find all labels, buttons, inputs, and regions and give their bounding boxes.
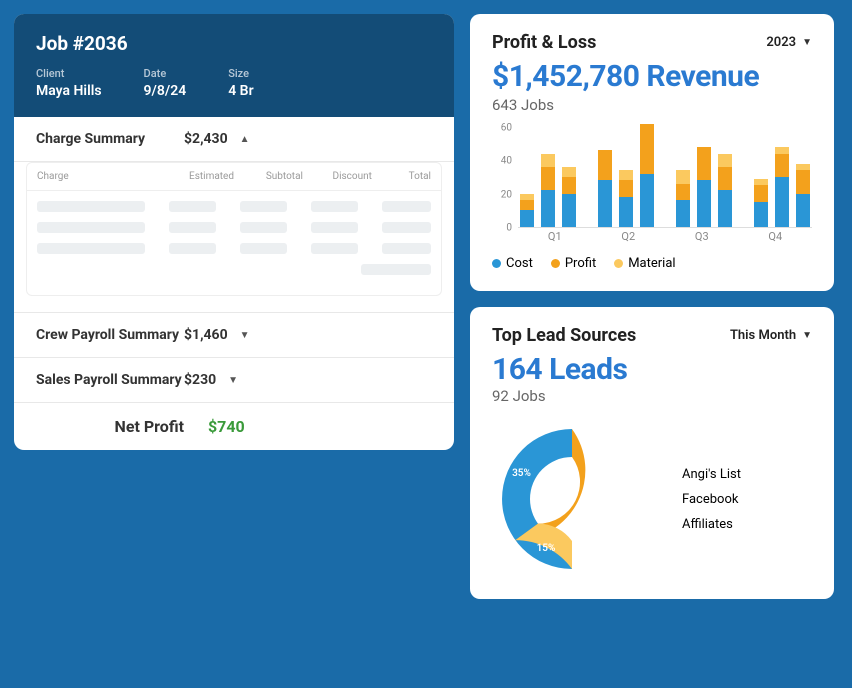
- date-label: Date: [144, 67, 187, 80]
- leads-title: Top Lead Sources: [492, 325, 636, 346]
- bar: [676, 170, 690, 227]
- bar: [754, 179, 768, 227]
- size-value: 4 Br: [228, 83, 253, 99]
- date-value: 9/8/24: [144, 83, 187, 99]
- net-profit-value: $740: [208, 417, 245, 436]
- pl-legend: Cost Profit Material: [492, 256, 812, 271]
- sales-payroll-value: $230: [184, 372, 216, 388]
- dot-material-icon: [614, 259, 623, 268]
- net-profit-row: Net Profit $740: [14, 403, 454, 450]
- bar: [562, 167, 576, 227]
- profit-loss-title: Profit & Loss: [492, 32, 596, 53]
- job-header: Job #2036 Client Maya Hills Date 9/8/24 …: [14, 14, 454, 117]
- legend-item: Angi's List: [682, 467, 741, 482]
- col-charge: Charge: [37, 171, 165, 182]
- col-discount: Discount: [303, 171, 372, 182]
- year-selector[interactable]: 2023 ▼: [766, 35, 812, 50]
- chevron-down-icon: ▼: [802, 330, 812, 341]
- legend-item: Affiliates: [682, 517, 741, 532]
- bar: [640, 124, 654, 227]
- pl-bar-chart: 6040200 Q1Q2Q3Q4: [492, 128, 812, 248]
- leads-legend: Angi's List Facebook Affiliates: [682, 467, 741, 532]
- revenue-headline: $1,452,780 Revenue: [492, 59, 812, 94]
- leads-jobs: 92 Jobs: [492, 387, 812, 405]
- quarter-label: Q3: [665, 230, 739, 248]
- bar: [718, 154, 732, 227]
- quarter-label: Q2: [592, 230, 666, 248]
- net-profit-label: Net Profit: [104, 417, 184, 436]
- chevron-down-icon: ▼: [240, 330, 250, 341]
- dot-cost-icon: [492, 259, 501, 268]
- ytick: 60: [501, 123, 512, 134]
- period-selector[interactable]: This Month ▼: [730, 328, 812, 343]
- ytick: 20: [501, 189, 512, 200]
- size-label: Size: [228, 67, 253, 80]
- crew-payroll-toggle[interactable]: Crew Payroll Summary $1,460 ▼: [14, 312, 454, 358]
- donut-pct-0: 50%: [618, 493, 637, 504]
- job-card: Job #2036 Client Maya Hills Date 9/8/24 …: [14, 14, 454, 450]
- quarter-label: Q1: [518, 230, 592, 248]
- job-title: Job #2036: [36, 32, 432, 55]
- dot-profit-icon: [551, 259, 560, 268]
- client-label: Client: [36, 67, 102, 80]
- jobs-count: 643 Jobs: [492, 96, 812, 114]
- leads-donut: 50% 35% 15%: [492, 419, 652, 579]
- charge-table-header: Charge Estimated Subtotal Discount Total: [26, 162, 442, 191]
- charge-summary-toggle[interactable]: Charge Summary $2,430 ▲: [14, 117, 454, 162]
- chevron-down-icon: ▼: [802, 37, 812, 48]
- bar: [598, 150, 612, 227]
- bar: [796, 164, 810, 227]
- bar: [697, 147, 711, 227]
- bar: [775, 147, 789, 227]
- col-total: Total: [372, 171, 431, 182]
- crew-payroll-value: $1,460: [184, 327, 228, 343]
- donut-pct-1: 35%: [512, 468, 531, 479]
- client-value: Maya Hills: [36, 83, 102, 99]
- bar: [520, 194, 534, 227]
- crew-payroll-label: Crew Payroll Summary: [36, 327, 184, 343]
- leads-headline: 164 Leads: [492, 352, 812, 387]
- charge-summary-value: $2,430: [184, 131, 228, 147]
- sales-payroll-toggle[interactable]: Sales Payroll Summary $230 ▼: [14, 358, 454, 403]
- ytick: 40: [501, 156, 512, 167]
- quarter-label: Q4: [739, 230, 813, 248]
- legend-item: Facebook: [682, 492, 741, 507]
- profit-loss-card: Profit & Loss 2023 ▼ $1,452,780 Revenue …: [470, 14, 834, 291]
- chevron-up-icon: ▲: [240, 134, 250, 145]
- col-subtotal: Subtotal: [234, 171, 303, 182]
- bar: [619, 170, 633, 227]
- chevron-down-icon: ▼: [228, 375, 238, 386]
- sales-payroll-label: Sales Payroll Summary: [36, 372, 184, 388]
- charge-summary-label: Charge Summary: [36, 131, 184, 147]
- donut-pct-2: 15%: [537, 543, 556, 554]
- charge-table-body: [26, 191, 442, 296]
- col-estimated: Estimated: [165, 171, 234, 182]
- ytick: 0: [506, 223, 512, 234]
- leads-card: Top Lead Sources This Month ▼ 164 Leads …: [470, 307, 834, 599]
- bar: [541, 154, 555, 227]
